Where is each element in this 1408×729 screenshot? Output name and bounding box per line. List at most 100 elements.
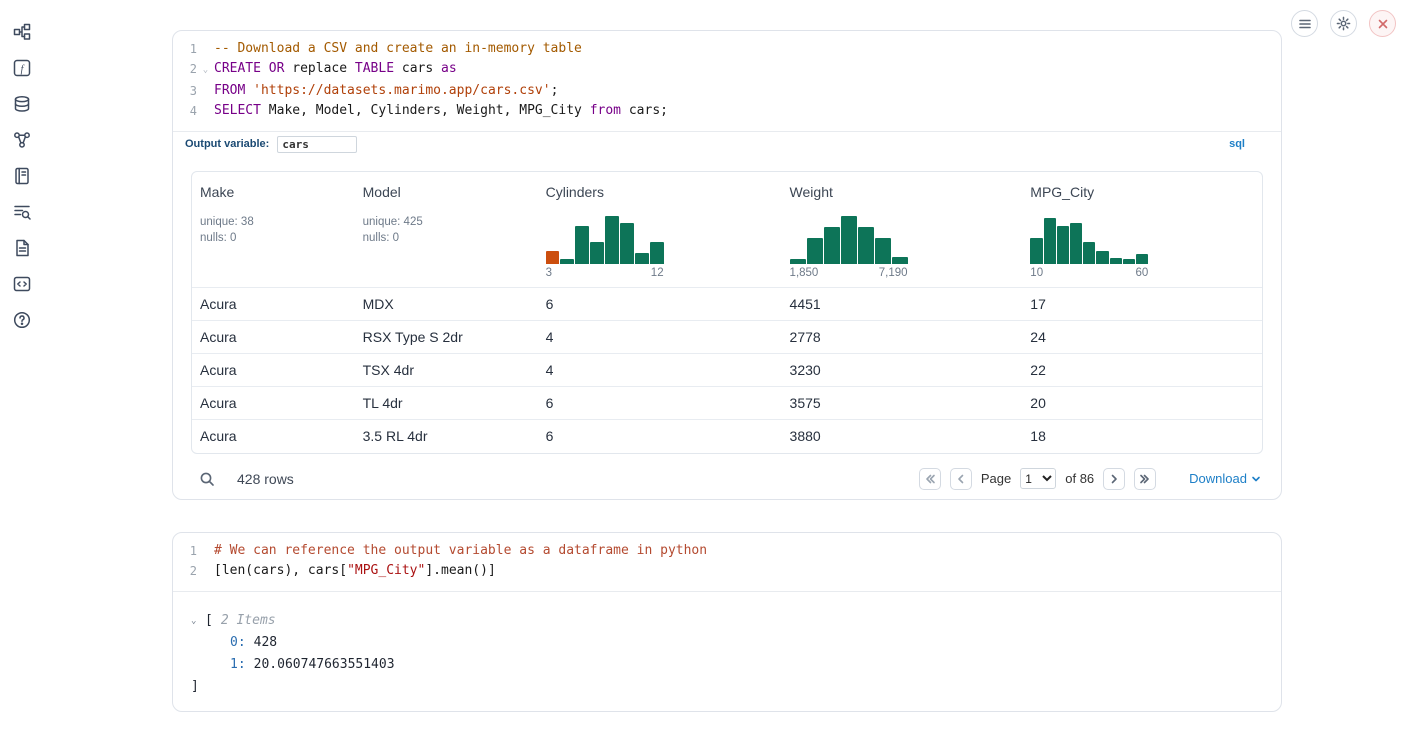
code-line[interactable]: 2⌄CREATE OR replace TABLE cars as <box>173 59 1281 81</box>
table-row[interactable]: AcuraTL 4dr6357520 <box>192 387 1262 420</box>
histogram-bar <box>1044 218 1056 264</box>
tree-entries: 0:4281:20.060747663551403 <box>191 632 1263 676</box>
histogram-bars <box>1030 212 1148 264</box>
column-histogram: 1,8507,190 <box>790 212 908 279</box>
table-row[interactable]: AcuraMDX6445117 <box>192 288 1262 321</box>
page-total-label: of 86 <box>1065 471 1094 486</box>
fold-marker-icon[interactable]: ⌄ <box>197 59 214 81</box>
table-footer: 428 rows Page 1 of 86 Downl <box>191 464 1263 494</box>
collapse-chevron-icon[interactable]: ⌄ <box>191 610 205 632</box>
table-cell: TL 4dr <box>355 387 538 420</box>
table-cell: 20 <box>1022 387 1262 420</box>
histogram-bar <box>546 251 560 264</box>
dependencies-icon[interactable] <box>8 126 36 154</box>
histogram-bar <box>575 226 589 264</box>
snippets-icon[interactable] <box>8 270 36 298</box>
table-cell: 6 <box>538 288 782 321</box>
code-text: SELECT Make, Model, Cylinders, Weight, M… <box>214 101 668 121</box>
code-line[interactable]: 3FROM 'https://datasets.marimo.app/cars.… <box>173 81 1281 101</box>
code-line[interactable]: 1 -- Download a CSV and create an in-memo… <box>173 39 1281 59</box>
code-text: [len(cars), cars["MPG_City"].mean()] <box>214 561 496 581</box>
column-name: Weight <box>790 184 1015 200</box>
bracket-close: ] <box>191 676 199 698</box>
page-select[interactable]: 1 <box>1020 468 1056 489</box>
last-page-button[interactable] <box>1134 468 1156 490</box>
table-cell: 2778 <box>782 321 1023 354</box>
entry-value: 428 <box>254 632 277 654</box>
histogram-bar <box>650 242 664 264</box>
histogram-bar <box>858 227 874 264</box>
documentation-icon[interactable] <box>8 234 36 262</box>
histogram-bars <box>790 212 908 264</box>
file-explorer-icon[interactable] <box>8 18 36 46</box>
table-cell: Acura <box>192 387 355 420</box>
datasources-icon[interactable] <box>8 90 36 118</box>
fold-spacer <box>197 541 214 561</box>
column-name: MPG_City <box>1030 184 1254 200</box>
page-label: Page <box>981 471 1011 486</box>
settings-gear-icon[interactable] <box>1330 10 1357 37</box>
line-number: 1 <box>173 39 197 59</box>
column-header[interactable]: Weight 1,8507,190 <box>782 172 1023 288</box>
line-number: 2 <box>173 561 197 581</box>
top-right-toolbar <box>1291 10 1396 37</box>
histogram-bar <box>1096 251 1108 264</box>
fold-spacer <box>197 39 214 59</box>
code-line[interactable]: 2 [len(cars), cars["MPG_City"].mean()] <box>173 561 1281 581</box>
line-number: 4 <box>173 101 197 121</box>
line-number: 2 <box>173 59 197 81</box>
column-header[interactable]: Cylinders312 <box>538 172 782 288</box>
fold-spacer <box>197 101 214 121</box>
table-row[interactable]: AcuraTSX 4dr4323022 <box>192 354 1262 387</box>
histogram-bar <box>560 259 574 264</box>
histogram-bar <box>824 227 840 264</box>
python-output-tree: ⌄ [ 2 Items 0:4281:20.060747663551403 ] <box>173 592 1281 698</box>
code-text: # We can reference the output variable a… <box>214 541 707 561</box>
sql-output-area: Makeunique: 38nulls: 0Modelunique: 425nu… <box>173 156 1281 494</box>
download-button[interactable]: Download <box>1189 471 1261 486</box>
fold-spacer <box>197 561 214 581</box>
logs-icon[interactable] <box>8 198 36 226</box>
code-text: -- Download a CSV and create an in-memor… <box>214 39 582 59</box>
table-cell: 3.5 RL 4dr <box>355 420 538 453</box>
table-cell: Acura <box>192 321 355 354</box>
chevron-down-icon <box>1251 474 1261 484</box>
menu-icon[interactable] <box>1291 10 1318 37</box>
table-row[interactable]: AcuraRSX Type S 2dr4277824 <box>192 321 1262 354</box>
column-header[interactable]: Makeunique: 38nulls: 0 <box>192 172 355 288</box>
code-line[interactable]: 1 # We can reference the output variable … <box>173 541 1281 561</box>
notebook-icon[interactable] <box>8 162 36 190</box>
column-stats: unique: 38nulls: 0 <box>200 214 347 246</box>
help-icon[interactable] <box>8 306 36 334</box>
previous-page-button[interactable] <box>950 468 972 490</box>
table-cell: 24 <box>1022 321 1262 354</box>
histogram-bar <box>635 253 649 264</box>
table-cell: 4 <box>538 321 782 354</box>
first-page-button[interactable] <box>919 468 941 490</box>
code-line[interactable]: 4 SELECT Make, Model, Cylinders, Weight, … <box>173 101 1281 121</box>
language-badge: sql <box>1229 138 1245 150</box>
search-icon[interactable] <box>199 471 215 487</box>
output-variable-input[interactable] <box>277 136 357 153</box>
next-page-button[interactable] <box>1103 468 1125 490</box>
line-number: 1 <box>173 541 197 561</box>
scratchpad-icon[interactable]: f <box>8 54 36 82</box>
histogram-bars <box>546 212 664 264</box>
close-icon[interactable] <box>1369 10 1396 37</box>
tree-root-line: ⌄ [ 2 Items <box>191 610 1263 632</box>
histogram-bar <box>892 257 908 264</box>
table-cell: Acura <box>192 288 355 321</box>
python-code-editor[interactable]: 1 # We can reference the output variable … <box>173 533 1281 591</box>
table-cell: 22 <box>1022 354 1262 387</box>
left-sidebar: f <box>8 18 36 334</box>
column-stats: unique: 425nulls: 0 <box>363 214 530 246</box>
table-cell: RSX Type S 2dr <box>355 321 538 354</box>
entry-key: 1: <box>230 654 246 676</box>
table-row[interactable]: Acura3.5 RL 4dr6388018 <box>192 420 1262 453</box>
output-entry: 1:20.060747663551403 <box>191 654 1263 676</box>
column-header[interactable]: MPG_City1060 <box>1022 172 1262 288</box>
column-header[interactable]: Modelunique: 425nulls: 0 <box>355 172 538 288</box>
table-cell: 17 <box>1022 288 1262 321</box>
histogram-bar <box>1123 259 1135 264</box>
sql-code-editor[interactable]: 1 -- Download a CSV and create an in-memo… <box>173 31 1281 131</box>
